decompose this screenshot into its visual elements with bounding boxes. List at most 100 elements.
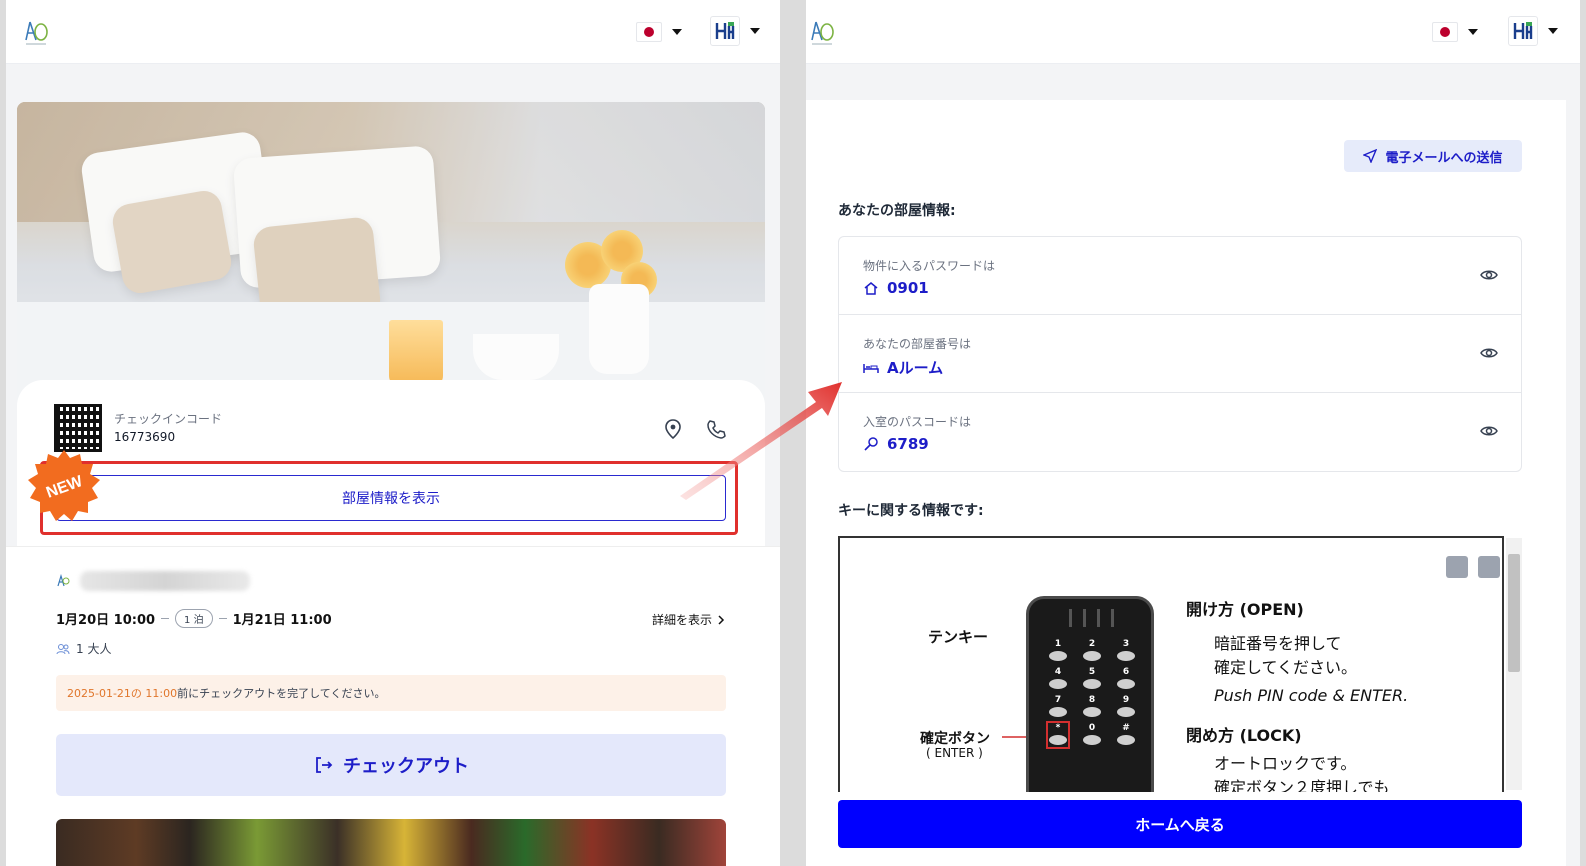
japan-flag-icon — [1432, 22, 1458, 42]
download-icon[interactable] — [1446, 556, 1468, 578]
room-number-label: あなたの部屋番号は — [863, 337, 972, 351]
chevron-down-icon — [1548, 28, 1558, 34]
keypad-key-label: # — [1122, 723, 1130, 733]
hotel-icon — [710, 16, 740, 46]
keypad-key — [1049, 707, 1067, 717]
lock-line-2: 確定ボタン２度押しでも — [1214, 778, 1390, 792]
send-email-button[interactable]: 電子メールへの送信 — [1344, 140, 1522, 172]
property-selector[interactable] — [710, 16, 760, 46]
tenkey-label: テンキー — [928, 628, 989, 646]
eye-icon[interactable] — [1479, 343, 1499, 363]
eye-icon[interactable] — [1479, 421, 1499, 441]
back-home-button[interactable]: ホームへ戻る — [838, 800, 1522, 848]
enter-key-highlight — [1046, 721, 1070, 749]
nights-badge: 1 泊 — [175, 609, 213, 628]
property-selector[interactable] — [1508, 16, 1558, 46]
property-logo-icon — [57, 574, 70, 587]
room-passcode-text: 6789 — [887, 435, 929, 453]
hotel-icon — [1508, 16, 1538, 46]
qr-code-icon[interactable] — [54, 404, 102, 452]
food-photo — [56, 819, 726, 866]
top-bar — [6, 0, 780, 64]
keypad-key — [1117, 735, 1135, 745]
keypad-key-label: 8 — [1088, 695, 1096, 705]
property-password-value: 0901 — [863, 279, 929, 297]
room-number-text: Aルーム — [887, 359, 944, 377]
keypad-key — [1083, 735, 1101, 745]
keypad-key — [1049, 651, 1067, 661]
property-password-text: 0901 — [887, 279, 929, 297]
confirm-button-label: 確定ボタン — [920, 731, 990, 747]
keypad-key-label: 4 — [1054, 667, 1062, 677]
checkin-code-label: チェックインコード — [114, 412, 223, 426]
send-icon — [1363, 149, 1378, 163]
keypad-key-label: 5 — [1088, 667, 1096, 677]
checkout-label: チェックアウト — [343, 756, 469, 777]
bed-icon — [863, 363, 879, 373]
key-info-title: キーに関する情報です: — [838, 503, 984, 519]
keypad-key — [1049, 679, 1067, 689]
keypad-key-label: 3 — [1122, 639, 1130, 649]
eye-icon[interactable] — [1479, 265, 1499, 285]
keypad-key-label: 1 — [1054, 639, 1062, 649]
key-icon — [864, 437, 878, 451]
room-number-value: Aルーム — [863, 357, 943, 378]
keypad-key-label: 9 — [1122, 695, 1130, 705]
checkout-notice: 2025-01-21の 11:00 前にチェックアウトを完了してください。 — [56, 675, 726, 711]
room-info-title: あなたの部屋情報: — [838, 203, 956, 219]
language-selector[interactable] — [1432, 20, 1478, 44]
users-icon — [56, 643, 70, 654]
notice-deadline: 2025-01-21の 11:00 — [67, 687, 178, 700]
open-line-2: 確定してください。 — [1214, 658, 1358, 677]
room-info-list: 物件に入るパスワードは 0901 あなたの部屋番号は Aルーム 入室のパスコード… — [838, 236, 1522, 472]
checkin-date: 1月20日 10:00 — [56, 613, 156, 628]
keypad-key-label: 6 — [1122, 667, 1130, 677]
keypad-key — [1117, 679, 1135, 689]
japan-flag-icon — [636, 22, 662, 42]
room-photo — [17, 102, 765, 402]
chevron-right-icon — [718, 614, 725, 625]
chevron-down-icon — [750, 28, 760, 34]
stay-dates: 1月20日 10:00 1 泊 1月21日 11:00 — [56, 609, 332, 628]
open-title: 開け方 (OPEN) — [1186, 600, 1304, 619]
callout-arrow — [680, 382, 842, 500]
scrollbar-thumb[interactable] — [1508, 554, 1520, 672]
show-details-label: 詳細を表示 — [651, 613, 712, 627]
open-english: Push PIN code & ENTER. — [1214, 686, 1409, 705]
room-passcode-value: 6789 — [863, 435, 929, 453]
keypad-key-label: 2 — [1088, 639, 1096, 649]
keypad-key — [1083, 651, 1101, 661]
notice-text: 前にチェックアウトを完了してください。 — [177, 687, 386, 700]
keypad-illustration: 1 2 3 4 5 6 7 8 9 * 0 # — [1026, 596, 1154, 792]
guest-portal-left: チェックインコード 16773690 部屋情報を表示 NEW 1月20日 10:… — [6, 0, 780, 866]
list-item: 物件に入るパスワードは 0901 — [839, 237, 1521, 315]
guest-count: 1 大人 — [56, 640, 111, 657]
highlight-frame — [40, 461, 738, 535]
new-badge: NEW — [28, 450, 100, 521]
language-selector[interactable] — [636, 20, 682, 44]
list-item: 入室のパスコードは 6789 — [839, 393, 1521, 471]
fullscreen-icon[interactable] — [1478, 556, 1500, 578]
top-bar — [806, 0, 1580, 64]
checkin-code-value: 16773690 — [114, 430, 176, 444]
chevron-down-icon — [672, 29, 682, 35]
confirm-button-sub: ( ENTER ) — [926, 746, 983, 760]
keypad-key-label: 7 — [1054, 695, 1062, 705]
keypad-key — [1083, 679, 1101, 689]
property-name-redacted — [80, 571, 250, 591]
room-passcode-label: 入室のパスコードは — [863, 415, 972, 429]
app-logo — [25, 21, 48, 45]
booking-summary: 1月20日 10:00 1 泊 1月21日 11:00 詳細を表示 1 大人 2… — [6, 546, 780, 866]
show-details-link[interactable]: 詳細を表示 — [652, 611, 726, 628]
keypad-key — [1083, 707, 1101, 717]
keypad-key — [1117, 651, 1135, 661]
room-info-page: 電子メールへの送信 あなたの部屋情報: 物件に入るパスワードは 0901 あなた… — [806, 0, 1580, 866]
key-instructions-image: テンキー 確定ボタン ( ENTER ) 1 2 3 4 5 6 7 8 9 * 0 # 開け方 (O… — [838, 536, 1504, 792]
keypad-key — [1117, 707, 1135, 717]
app-logo — [811, 21, 834, 45]
checkout-button[interactable]: チェックアウト — [56, 734, 726, 796]
property-password-label: 物件に入るパスワードは — [863, 259, 996, 273]
guest-count-label: 1 大人 — [76, 642, 112, 656]
logout-icon — [316, 757, 333, 773]
keypad-key-label: 0 — [1088, 723, 1096, 733]
